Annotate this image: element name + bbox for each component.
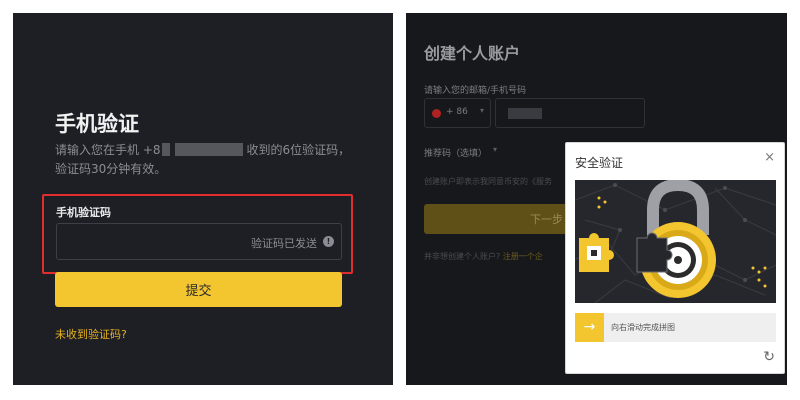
terms-text: 创建账户即表示我同意币安的《服务 — [424, 177, 552, 186]
code-field-highlight: 手机验证码 验证码已发送 ! — [42, 194, 353, 274]
sms-verification-panel: 手机验证 请输入您在手机 +8 收到的6位验证码， 验证码30分钟有效。 手机验证… — [13, 13, 393, 385]
masked-digit — [161, 143, 170, 156]
phone-input[interactable] — [495, 98, 645, 128]
corporate-prompt-text: 并非想创建个人账户? — [424, 252, 501, 261]
captcha-puzzle-image — [575, 180, 776, 303]
slider-hint: 向右滑动完成拼图 — [611, 323, 675, 332]
masked-phone-number — [174, 143, 243, 156]
email-phone-label: 请输入您的邮箱/手机号码 — [424, 86, 527, 96]
info-icon[interactable]: ! — [323, 236, 334, 247]
masked-phone-number — [508, 108, 542, 119]
description-part2: 收到的6位验证码， — [246, 143, 351, 157]
code-label: 手机验证码 — [56, 206, 111, 219]
create-account-title: 创建个人账户 — [424, 44, 521, 63]
security-verification-dialog: 安全验证 × → 向右滑动完成拼图 ↻ — [565, 142, 785, 374]
code-sent-status: 验证码已发送 — [251, 237, 317, 250]
description-line2: 验证码30分钟有效。 — [55, 162, 167, 176]
submit-button[interactable]: 提交 — [55, 272, 342, 307]
no-code-received-link[interactable]: 未收到验证码? — [55, 326, 127, 342]
page-title: 手机验证 — [55, 112, 139, 136]
china-flag-icon — [432, 109, 441, 118]
dialog-title: 安全验证 — [575, 156, 624, 170]
country-code: + 86 — [446, 107, 468, 117]
sms-code-input[interactable]: 验证码已发送 ! — [56, 223, 342, 260]
verification-description: 请输入您在手机 +8 收到的6位验证码， 验证码30分钟有效。 — [55, 141, 355, 179]
chevron-down-icon: ▾ — [493, 145, 498, 154]
country-code-select[interactable]: + 86 ▾ — [424, 98, 491, 128]
description-part1: 请输入您在手机 +8 — [55, 143, 161, 157]
slider-handle[interactable]: → — [575, 313, 604, 342]
corporate-account-link[interactable]: 注册一个企 — [503, 252, 543, 261]
padlock-illustration — [575, 180, 776, 303]
chevron-down-icon: ▾ — [479, 106, 484, 115]
referral-code-toggle[interactable]: 推荐码（选填） — [424, 146, 487, 159]
close-icon[interactable]: × — [764, 150, 775, 165]
refresh-icon[interactable]: ↻ — [763, 349, 775, 365]
corporate-account-prompt: 并非想创建个人账户? 注册一个企 — [424, 251, 543, 262]
slider-track[interactable]: → 向右滑动完成拼图 — [575, 313, 776, 342]
